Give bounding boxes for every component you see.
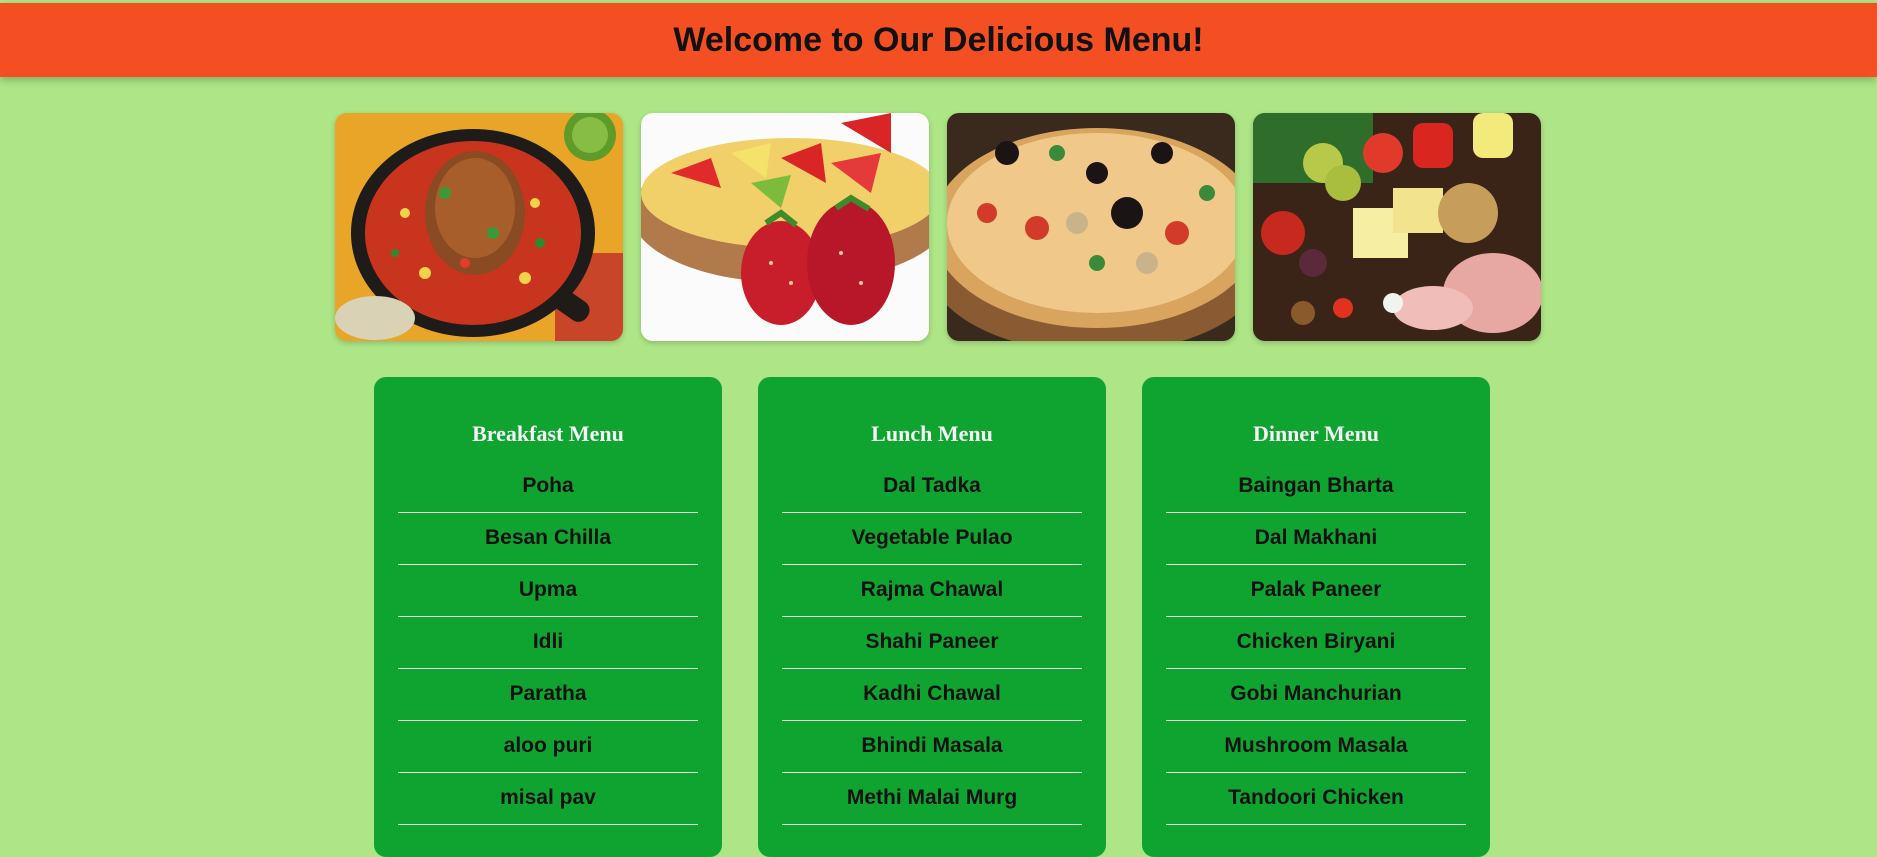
- menu-item: Shahi Paneer: [782, 617, 1082, 669]
- breakfast-menu-list: Poha Besan Chilla Upma Idli Paratha aloo…: [398, 461, 698, 825]
- menu-item: Poha: [398, 461, 698, 513]
- menu-sections: Breakfast Menu Poha Besan Chilla Upma Id…: [374, 377, 1490, 857]
- menu-item: Dal Tadka: [782, 461, 1082, 513]
- menu-item: Gobi Manchurian: [1166, 669, 1466, 721]
- menu-item: Besan Chilla: [398, 513, 698, 565]
- page-header: Welcome to Our Delicious Menu!: [0, 3, 1877, 77]
- breakfast-menu-card: Breakfast Menu Poha Besan Chilla Upma Id…: [374, 377, 722, 857]
- menu-item: Mushroom Masala: [1166, 721, 1466, 773]
- menu-item: Vegetable Pulao: [782, 513, 1082, 565]
- lunch-menu-list: Dal Tadka Vegetable Pulao Rajma Chawal S…: [782, 461, 1082, 825]
- lunch-menu-card: Lunch Menu Dal Tadka Vegetable Pulao Raj…: [758, 377, 1106, 857]
- menu-item: Idli: [398, 617, 698, 669]
- roast-chicken-image: [335, 113, 623, 341]
- pizza-image: [947, 113, 1235, 341]
- page-title: Welcome to Our Delicious Menu!: [673, 20, 1204, 59]
- menu-item: Dal Makhani: [1166, 513, 1466, 565]
- breakfast-menu-title: Breakfast Menu: [472, 421, 624, 446]
- menu-item: Methi Malai Murg: [782, 773, 1082, 825]
- menu-item: Baingan Bharta: [1166, 461, 1466, 513]
- menu-item: aloo puri: [398, 721, 698, 773]
- menu-item: Kadhi Chawal: [782, 669, 1082, 721]
- menu-item: Palak Paneer: [1166, 565, 1466, 617]
- menu-item: misal pav: [398, 773, 698, 825]
- lunch-menu-title: Lunch Menu: [871, 421, 993, 446]
- menu-item: Upma: [398, 565, 698, 617]
- dinner-menu-card: Dinner Menu Baingan Bharta Dal Makhani P…: [1142, 377, 1490, 857]
- menu-item: Chicken Biryani: [1166, 617, 1466, 669]
- menu-item: Rajma Chawal: [782, 565, 1082, 617]
- menu-item: Paratha: [398, 669, 698, 721]
- vegetable-platter-image: [1253, 113, 1541, 341]
- menu-item: Bhindi Masala: [782, 721, 1082, 773]
- dinner-menu-list: Baingan Bharta Dal Makhani Palak Paneer …: [1166, 461, 1466, 825]
- menu-item: Tandoori Chicken: [1166, 773, 1466, 825]
- food-gallery: [335, 113, 1541, 341]
- strawberry-tart-image: [641, 113, 929, 341]
- dinner-menu-title: Dinner Menu: [1252, 421, 1380, 446]
